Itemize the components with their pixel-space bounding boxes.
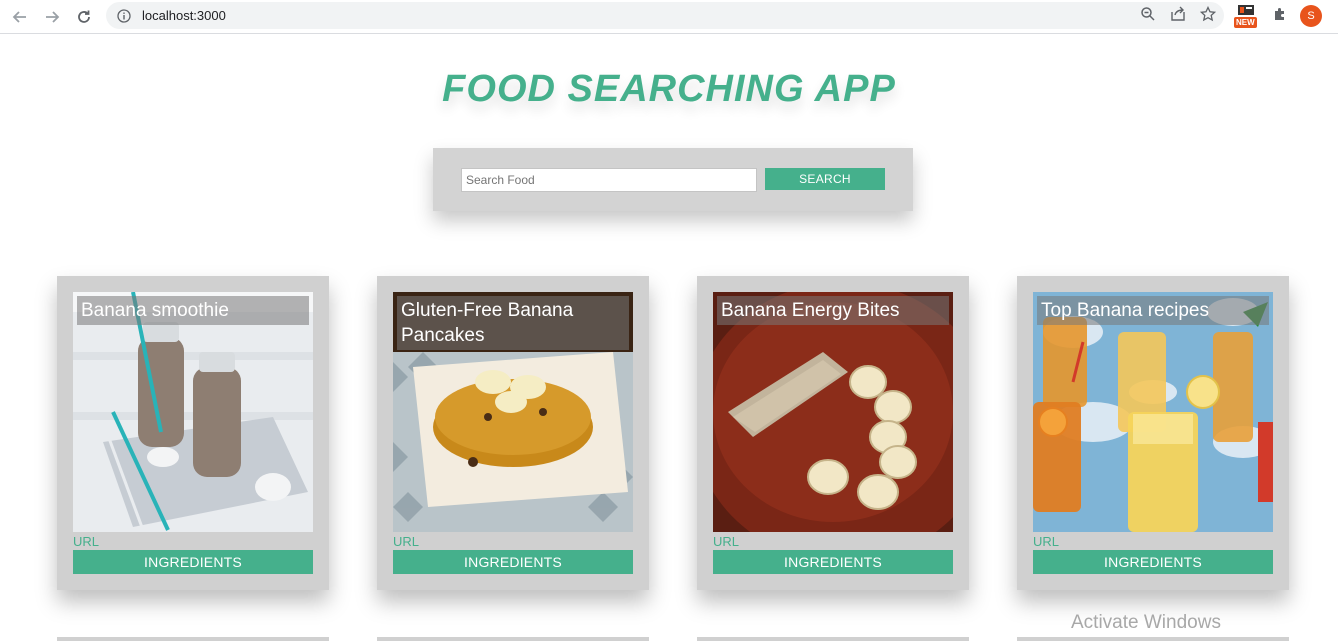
browser-toolbar: localhost:3000 NEW S: [0, 0, 1338, 34]
recipe-image: [713, 292, 953, 532]
back-arrow-icon[interactable]: [4, 1, 36, 33]
site-info-icon[interactable]: [116, 8, 132, 24]
zoom-icon[interactable]: [1140, 6, 1156, 26]
recipe-card: Banana Energy Bites URL INGREDIENTS: [697, 276, 969, 590]
recipe-card-next-row: [377, 637, 649, 641]
bookmark-star-icon[interactable]: [1199, 5, 1217, 26]
extension-new-icon[interactable]: NEW: [1234, 4, 1260, 28]
recipe-grid: Banana smoothie URL INGREDIENTS Gluten-F…: [57, 276, 1289, 596]
search-input[interactable]: [461, 168, 757, 192]
recipe-title: Banana Energy Bites: [717, 296, 949, 325]
recipe-card-next-row: [57, 637, 329, 641]
extension-new-badge: NEW: [1234, 17, 1257, 28]
reload-icon[interactable]: [68, 1, 100, 33]
recipe-url-link[interactable]: URL: [1033, 534, 1059, 549]
page-title: FOOD SEARCHING APP: [442, 68, 896, 110]
recipe-title: Gluten-Free Banana Pancakes: [397, 296, 629, 350]
ingredients-button[interactable]: INGREDIENTS: [1033, 550, 1273, 574]
address-url: localhost:3000: [142, 8, 226, 23]
recipe-url-link[interactable]: URL: [73, 534, 99, 549]
recipe-image: [73, 292, 313, 532]
recipe-image: [1033, 292, 1273, 532]
recipe-card-next-row: [697, 637, 969, 641]
recipe-url-link[interactable]: URL: [713, 534, 739, 549]
ingredients-button[interactable]: INGREDIENTS: [73, 550, 313, 574]
recipe-card: Banana smoothie URL INGREDIENTS: [57, 276, 329, 590]
recipe-url-link[interactable]: URL: [393, 534, 419, 549]
app-page: FOOD SEARCHING APP SEARCH: [0, 34, 1338, 641]
os-activation-watermark: Activate Windows: [1071, 612, 1221, 633]
extensions-puzzle-icon[interactable]: [1272, 6, 1288, 26]
profile-avatar[interactable]: S: [1300, 5, 1322, 27]
recipe-card: Top Banana recipes URL INGREDIENTS: [1017, 276, 1289, 590]
search-panel: SEARCH: [433, 148, 913, 211]
ingredients-button[interactable]: INGREDIENTS: [393, 550, 633, 574]
share-icon[interactable]: [1170, 6, 1186, 26]
ingredients-button[interactable]: INGREDIENTS: [713, 550, 953, 574]
recipe-card: Gluten-Free Banana Pancakes URL INGREDIE…: [377, 276, 649, 590]
forward-arrow-icon[interactable]: [36, 1, 68, 33]
recipe-title: Top Banana recipes: [1037, 296, 1269, 325]
recipe-card-next-row: [1017, 637, 1289, 641]
recipe-title: Banana smoothie: [77, 296, 309, 325]
address-bar[interactable]: localhost:3000: [106, 2, 1224, 29]
search-button[interactable]: SEARCH: [765, 168, 885, 190]
